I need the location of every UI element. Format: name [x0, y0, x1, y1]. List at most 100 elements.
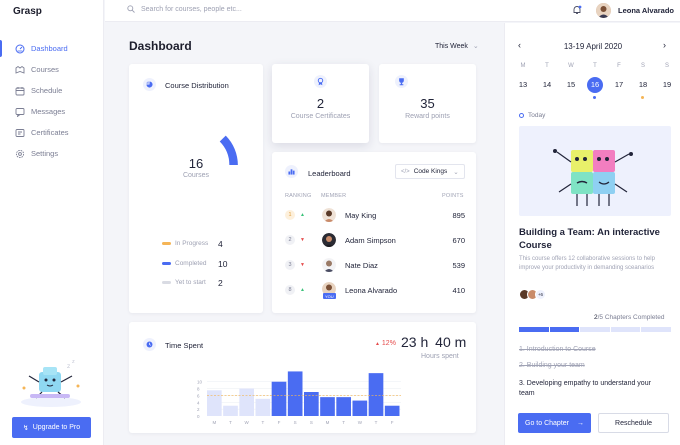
chapter-item-current[interactable]: 3. Developing empathy to understand your… — [519, 379, 659, 399]
trend-down-icon: ▼ — [300, 237, 305, 243]
x-tick-label: M — [326, 420, 330, 425]
member-points: 410 — [452, 285, 465, 295]
member-name: Leona Alvarado — [345, 285, 398, 295]
notification-bell-icon[interactable] — [572, 5, 582, 15]
x-tick-label: F — [278, 420, 281, 425]
trend-up-icon: ▲ — [300, 287, 305, 293]
leaderboard-filter-select[interactable]: </> Code Kings ⌄ — [395, 164, 465, 179]
chapters-total: /5 Chapters Completed — [597, 314, 665, 321]
sidebar-item-schedule[interactable]: Schedule — [0, 80, 104, 101]
legend-label: Yet to start — [175, 279, 206, 286]
calendar-day-selected[interactable]: 16 — [587, 77, 603, 93]
calendar-day[interactable]: 15 — [563, 77, 579, 93]
calendar-day[interactable]: 14 — [539, 77, 555, 93]
leaderboard-row[interactable]: 1 ▲ May King 895 — [285, 206, 465, 224]
time-bar[interactable] — [336, 397, 351, 416]
user-avatar[interactable] — [596, 3, 611, 18]
sidebar-item-certificates[interactable]: Certificates — [0, 122, 104, 143]
sidebar-item-label: Messages — [31, 107, 66, 116]
legend-value: 10 — [218, 258, 228, 269]
time-bar[interactable] — [255, 398, 271, 416]
reward-points-value: 35 — [420, 96, 435, 111]
y-tick-label: 4 — [197, 400, 200, 405]
rank-badge: 2 — [285, 235, 295, 245]
event-title: Building a Team: An interactive Course — [519, 227, 660, 251]
go-to-chapter-button[interactable]: Go to Chapter → — [518, 413, 591, 433]
user-name[interactable]: Leona Alvarado — [618, 6, 674, 15]
time-bar[interactable] — [352, 400, 368, 416]
today-label-row: Today — [519, 112, 545, 119]
weekday-label: M — [520, 63, 526, 69]
x-tick-label: W — [358, 420, 363, 425]
minutes-value: 40 — [435, 334, 451, 350]
period-select[interactable]: This Week ⌄ — [435, 42, 479, 50]
time-bar[interactable] — [223, 405, 238, 416]
weekday-label: W — [568, 63, 574, 69]
time-bar[interactable] — [384, 405, 400, 416]
column-ranking: RANKING — [285, 193, 312, 199]
sidebar-item-messages[interactable]: Messages — [0, 101, 104, 122]
sidebar-item-dashboard[interactable]: Dashboard — [0, 38, 104, 59]
member-points: 895 — [452, 210, 465, 220]
calendar-day[interactable]: 17 — [611, 77, 627, 93]
hours-value: 23 — [401, 334, 417, 350]
course-distribution-card: Course Distribution 16 Courses — [129, 64, 263, 313]
time-bar[interactable] — [271, 381, 287, 416]
certificates-value: 2 — [316, 96, 325, 111]
chapter-item-done[interactable]: 1. Introduction to Course — [519, 346, 596, 353]
calendar-day[interactable]: 18 — [635, 77, 651, 93]
calendar-range: 13-19 April 2020 — [563, 42, 623, 51]
reward-points-card[interactable]: 35 Reward points — [379, 64, 476, 143]
rank-badge: 1 — [285, 210, 295, 220]
extra-members-count: +6 — [535, 289, 546, 300]
puzzle-team-illustration — [553, 149, 633, 206]
chapter-item-done[interactable]: 2. Building your team — [519, 362, 585, 369]
reschedule-label: Reschedule — [615, 419, 652, 427]
sidebar-item-settings[interactable]: Settings — [0, 143, 104, 164]
avatar — [322, 233, 336, 247]
chevron-right-icon[interactable]: › — [663, 40, 666, 50]
lightning-icon: ↯ — [22, 424, 29, 432]
x-tick-label: T — [229, 420, 232, 425]
progress-segment — [641, 327, 671, 332]
app-logo: Grasp — [13, 6, 42, 17]
calendar-day[interactable]: 13 — [515, 77, 531, 93]
sidebar-nav: Dashboard Courses Schedule Messages Cert… — [0, 38, 104, 164]
time-bar[interactable] — [320, 397, 335, 416]
legend-label: In Progress — [175, 240, 209, 247]
certificates-card[interactable]: 2 Course Certificates — [272, 64, 369, 143]
y-tick-label: 6 — [197, 393, 200, 398]
time-bar[interactable] — [287, 371, 303, 416]
time-bar[interactable] — [207, 390, 222, 416]
sidebar-item-label: Courses — [31, 65, 59, 74]
leaderboard-row[interactable]: 3 ▼ Nate Diaz 539 — [285, 256, 465, 274]
progress-segment — [580, 327, 610, 332]
arrow-right-icon: → — [576, 419, 584, 427]
column-points: POINTS — [442, 193, 464, 199]
time-change-value: 12% — [381, 340, 396, 347]
pie-chart-icon — [143, 78, 156, 91]
go-to-chapter-label: Go to Chapter — [525, 419, 569, 427]
chapters-progress-bar — [519, 327, 671, 332]
member-avatars: +6 — [519, 289, 569, 301]
legend-yet-to-start: Yet to start 2 — [162, 278, 232, 288]
code-icon: </> — [401, 168, 410, 175]
legend-swatch — [162, 242, 171, 245]
page-title: Dashboard — [129, 39, 192, 53]
sidebar-item-courses[interactable]: Courses — [0, 59, 104, 80]
x-tick-label: T — [342, 420, 345, 425]
time-change-indicator: ▲ 12% — [375, 340, 396, 347]
calendar-day[interactable]: 19 — [659, 77, 675, 93]
time-bar[interactable] — [368, 373, 384, 416]
leaderboard-row[interactable]: 2 ▼ Adam Simpson 670 — [285, 231, 465, 249]
event-illustration-box — [519, 126, 671, 216]
sidebar-item-label: Certificates — [31, 128, 69, 137]
progress-segment — [519, 327, 549, 332]
trophy-icon — [395, 75, 408, 88]
reschedule-button[interactable]: Reschedule — [598, 413, 669, 433]
leaderboard-row-current-user[interactable]: 8 ▲ YOU Leona Alvarado 410 — [285, 281, 465, 299]
upgrade-button[interactable]: ↯ Upgrade to Pro — [12, 417, 91, 438]
certificates-label: Course Certificates — [290, 113, 351, 120]
time-bar[interactable] — [239, 388, 254, 416]
search-input[interactable]: Search for courses, people etc... — [127, 5, 242, 13]
